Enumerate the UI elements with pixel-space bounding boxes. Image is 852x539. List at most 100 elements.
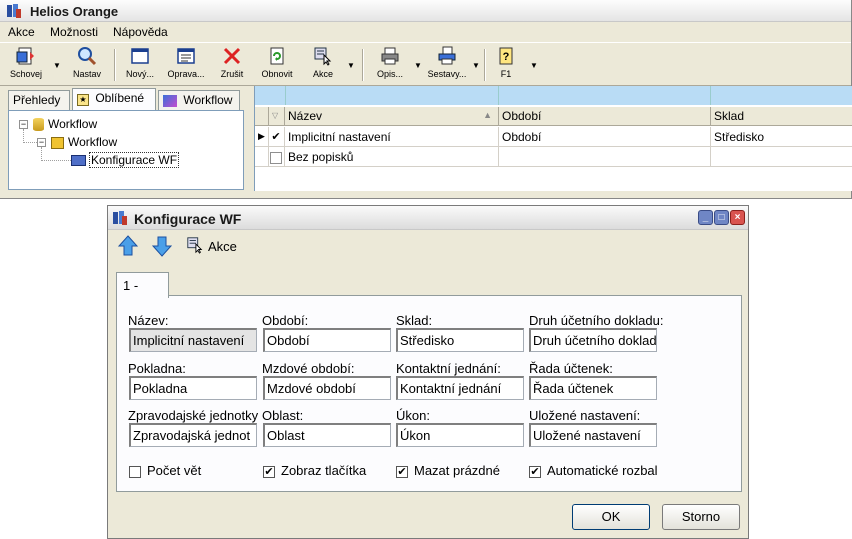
konfigurace-dialog: Konfigurace WF _ □ × Akce 1 - Název: Imp… [107,205,749,539]
menu-moznosti[interactable]: Možnosti [50,25,98,39]
zobraz-tlacitka-checkbox[interactable]: ✔ Zobraz tlačítka [263,463,366,478]
tab-page: Název: Implicitní nastavení Období: Obdo… [116,295,742,492]
oblast-field[interactable]: Oblast [263,423,391,447]
row-checkbox[interactable]: ✔ [269,127,285,147]
help-book-icon: ? [499,47,513,65]
pocet-vet-checkbox[interactable]: Počet vět [129,463,201,478]
toolbar-separator [114,49,116,81]
f1-dropdown-icon[interactable]: ▼ [530,61,538,70]
label-pokladna: Pokladna: [128,361,186,376]
schovej-dropdown-icon[interactable]: ▼ [53,61,61,70]
label-rada-uctenek: Řada účtenek: [529,361,613,376]
data-grid: ▽ Název ▲ Období Sklad ▶ ✔ Implicitní na… [254,86,852,191]
menu-napoveda[interactable]: Nápověda [113,25,168,39]
main-titlebar: Helios Orange [0,0,851,22]
ukon-field[interactable]: Úkon [396,423,524,447]
toolbar-separator [484,49,486,81]
label-ulozene-nastaveni: Uložené nastavení: [529,408,641,423]
schovej-icon [16,47,34,65]
label-kontaktni-jednani: Kontaktní jednání: [396,361,501,376]
folder-icon [71,155,86,167]
opis-button[interactable]: Opis... [372,46,408,84]
grid-header-check[interactable]: ▽ [269,107,285,126]
akce-button[interactable]: Akce [306,46,340,84]
label-mzdove-obdobi: Mzdové období: [262,361,355,376]
label-ukon: Úkon: [396,408,430,423]
oprava-button[interactable]: Oprava... [164,46,208,84]
ok-button[interactable]: OK [572,504,650,530]
tree-item-konfigurace-wf[interactable]: Konfigurace WF [71,152,180,168]
tab-1[interactable]: 1 - [116,272,169,298]
workflow-icon [163,94,177,107]
dialog-title: Konfigurace WF [134,211,242,227]
arrow-down-icon[interactable] [152,235,172,257]
label-druh-dokladu: Druh účetního dokladu: [529,313,664,328]
printer-icon [381,47,399,65]
row-indicator [255,147,269,167]
main-toolbar: Schovej ▼ Nastav Nový... Oprava... Zruši… [0,42,851,86]
main-window: Helios Orange Akce Možnosti Nápověda Sch… [0,0,852,199]
dialog-titlebar: Konfigurace WF _ □ × [108,206,748,230]
tab-prehledy[interactable]: Přehledy [8,90,70,110]
obnovit-button[interactable]: Obnovit [256,46,298,84]
novy-button[interactable]: Nový... [122,46,158,84]
zrusit-button[interactable]: Zrušit [214,46,250,84]
search-icon [78,47,97,66]
opis-dropdown-icon[interactable]: ▼ [414,61,422,70]
cell-sklad: Středisko [711,127,852,147]
rada-uctenek-field[interactable]: Řada účtenek [529,376,657,400]
automaticke-rozbal-checkbox[interactable]: ✔ Automatické rozbal [529,463,658,478]
row-pointer-icon: ▶ [255,127,269,147]
svg-text:?: ? [503,51,510,63]
nazev-field[interactable]: Implicitní nastavení [129,328,257,352]
mzdove-obdobi-field[interactable]: Mzdové období [263,376,391,400]
ulozene-nastaveni-field[interactable]: Uložené nastavení [529,423,657,447]
star-favorites-icon: ★ [77,94,89,106]
tab-workflow[interactable]: Workflow [158,90,240,110]
tree-item-workflow-root[interactable]: Workflow [33,117,97,132]
cell-obdobi [499,147,711,167]
sklad-field[interactable]: Středisko [396,328,524,352]
nastav-button[interactable]: Nastav [68,46,106,84]
column-sklad[interactable]: Sklad [711,107,852,126]
table-row[interactable]: ▶ ✔ Implicitní nastavení Období Středisk… [255,127,852,147]
table-row[interactable]: Bez popisků [255,147,852,167]
label-obdobi: Období: [262,313,309,328]
sestavy-button[interactable]: Sestavy... [426,46,468,84]
tree-view: − Workflow − Workflow Konfigurace WF [8,110,244,190]
kontaktni-jednani-field[interactable]: Kontaktní jednání [396,376,524,400]
tab-oblibene[interactable]: ★ Oblíbené [72,88,156,110]
tree-collapse-icon[interactable]: − [37,138,46,147]
minimize-button[interactable]: _ [698,210,713,225]
pokladna-field[interactable]: Pokladna [129,376,257,400]
workflow-folder-icon [51,136,64,149]
akce-dropdown-icon[interactable]: ▼ [347,61,355,70]
obdobi-field[interactable]: Období [263,328,391,352]
cell-sklad [711,147,852,167]
column-obdobi[interactable]: Období [499,107,711,126]
left-tabs: Přehledy ★ Oblíbené Workflow [4,88,248,110]
druh-dokladu-field[interactable]: Druh účetního doklad [529,328,657,352]
sestavy-dropdown-icon[interactable]: ▼ [472,61,480,70]
schovej-button[interactable]: Schovej [6,46,46,84]
menu-akce[interactable]: Akce [8,25,35,39]
tree-item-workflow[interactable]: Workflow [51,135,117,149]
mazat-prazdne-checkbox[interactable]: ✔ Mazat prázdné [396,463,500,478]
column-nazev[interactable]: Název ▲ [285,107,499,126]
action-icon [314,47,332,66]
grid-header-indicator [255,107,269,126]
report-printer-icon [438,46,456,65]
maximize-button[interactable]: □ [714,210,729,225]
zpravodajske-jednotky-field[interactable]: Zpravodajská jednot [129,423,257,447]
row-checkbox[interactable] [269,147,285,167]
helios-app-icon [113,211,127,225]
sort-asc-icon: ▲ [483,110,492,120]
storno-button[interactable]: Storno [662,504,740,530]
close-button[interactable]: × [730,210,745,225]
label-zpravodajske-jednotky: Zpravodajské jednotky [128,408,259,423]
grid-filter-band [255,86,852,105]
tree-collapse-icon[interactable]: − [19,120,28,129]
arrow-up-icon[interactable] [118,235,138,257]
f1-help-button[interactable]: ? F1 [492,46,520,84]
action-icon [187,237,203,254]
